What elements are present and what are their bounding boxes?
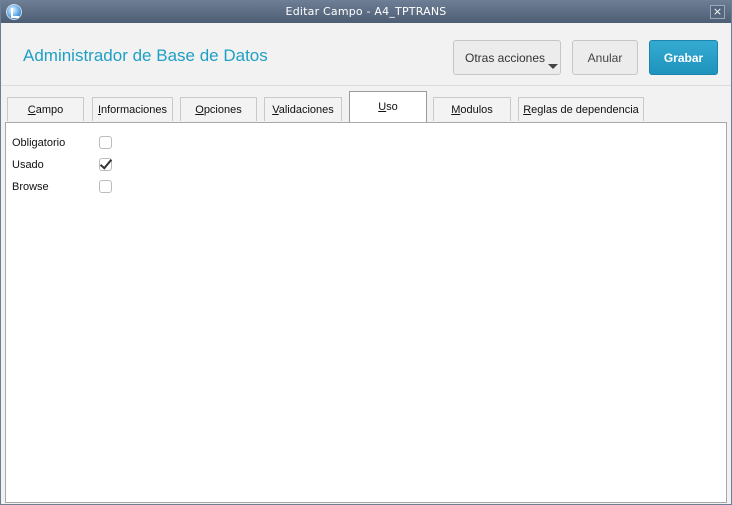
tab-informaciones[interactable]: Informaciones (92, 97, 173, 121)
uso-panel: Obligatorio Usado Browse (5, 122, 727, 503)
save-button[interactable]: Grabar (649, 40, 718, 75)
close-icon[interactable]: × (710, 5, 725, 19)
header: Administrador de Base de Datos Otras acc… (1, 23, 731, 86)
tab-campo[interactable]: Campo (7, 97, 84, 121)
tab-label: Campo (27, 104, 64, 116)
tab-bar: Campo Informaciones Opciones Validacione… (1, 85, 731, 122)
tab-label: Validaciones (272, 104, 334, 116)
tab-label: Reglas de dependencia (523, 104, 639, 116)
usado-checkbox[interactable] (99, 158, 112, 171)
tab-opciones[interactable]: Opciones (180, 97, 257, 121)
cancel-label: Anular (587, 51, 623, 65)
tab-label: Uso (378, 101, 398, 113)
edit-field-window: Editar Campo - A4_TPTRANS × Administrado… (0, 0, 732, 505)
tab-label: Informaciones (97, 104, 168, 116)
other-actions-button[interactable]: Otras acciones (453, 40, 561, 75)
tab-modulos[interactable]: Modulos (433, 97, 511, 121)
obligatorio-label: Obligatorio (12, 137, 66, 149)
save-label: Grabar (663, 51, 704, 65)
tab-reglas-de-dependencia[interactable]: Reglas de dependencia (518, 97, 644, 121)
usado-label: Usado (12, 159, 44, 171)
title-bar[interactable]: Editar Campo - A4_TPTRANS × (1, 1, 731, 23)
tab-label: Modulos (451, 104, 493, 116)
browse-label: Browse (12, 181, 49, 193)
cancel-button[interactable]: Anular (572, 40, 638, 75)
window-title: Editar Campo - A4_TPTRANS (285, 5, 447, 18)
tab-uso[interactable]: Uso (349, 91, 427, 122)
obligatorio-checkbox[interactable] (99, 136, 112, 149)
other-actions-label: Otras acciones (465, 51, 546, 65)
tab-label: Opciones (195, 104, 242, 116)
chevron-down-icon (548, 64, 558, 69)
browse-checkbox[interactable] (99, 180, 112, 193)
page-title: Administrador de Base de Datos (23, 46, 268, 65)
tab-validaciones[interactable]: Validaciones (264, 97, 342, 121)
